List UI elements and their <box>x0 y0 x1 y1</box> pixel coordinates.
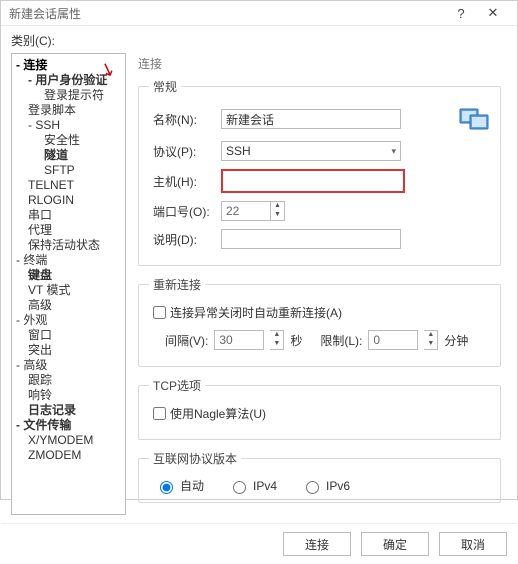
protocol-label: 协议(P): <box>149 143 221 160</box>
radio-auto-input[interactable] <box>160 481 173 494</box>
titlebar: 新建会话属性 ? ✕ <box>1 1 517 26</box>
tree-item[interactable]: TELNET <box>14 178 123 193</box>
window-title: 新建会话属性 <box>9 5 445 22</box>
computer-icon <box>458 105 490 133</box>
tree-item[interactable]: 保持活动状态 <box>14 238 123 253</box>
tree-item[interactable]: - 外观 <box>14 313 123 328</box>
body-split: ↘ - 连接- 用户身份验证登录提示符登录脚本- SSH安全性隧道SFTPTEL… <box>11 53 507 515</box>
auto-reconnect-checkbox[interactable] <box>153 306 166 319</box>
general-group: 常规 名称(N): 协议(P): SSH ▾ 主机(H): <box>138 78 501 266</box>
tree-item[interactable]: - 文件传输 <box>14 418 123 433</box>
tree-item[interactable]: 隧道 <box>14 148 123 163</box>
ipver-legend: 互联网协议版本 <box>149 450 241 467</box>
tree-item[interactable]: 高级 <box>14 298 123 313</box>
tree-item[interactable]: X/YMODEM <box>14 433 123 448</box>
radio-ipv4-input[interactable] <box>233 481 246 494</box>
ipver-group: 互联网协议版本 自动 IPv4 IPv6 <box>138 450 501 503</box>
tcp-legend: TCP选项 <box>149 377 205 394</box>
ok-button[interactable]: 确定 <box>361 532 429 556</box>
limit-spinner[interactable]: ▲▼ <box>424 330 438 350</box>
reconnect-group: 重新连接 连接异常关闭时自动重新连接(A) 间隔(V): ▲▼ 秒 限制(L):… <box>138 276 501 367</box>
protocol-value: SSH <box>226 144 251 158</box>
button-footer: 连接 确定 取消 <box>1 523 517 564</box>
radio-ipv6-input[interactable] <box>306 481 319 494</box>
tree-item[interactable]: 登录脚本 <box>14 103 123 118</box>
name-label: 名称(N): <box>149 111 221 128</box>
host-input[interactable] <box>224 172 402 190</box>
tree-item[interactable]: 登录提示符 <box>14 88 123 103</box>
close-button[interactable]: ✕ <box>477 1 509 25</box>
port-spinner[interactable]: ▲▼ <box>271 201 285 221</box>
nagle-checkbox[interactable] <box>153 407 166 420</box>
tree-item[interactable]: 串口 <box>14 208 123 223</box>
cancel-button[interactable]: 取消 <box>439 532 507 556</box>
port-input[interactable] <box>221 201 271 221</box>
tree-item[interactable]: - SSH <box>14 118 123 133</box>
main-panel: 连接 常规 名称(N): 协议(P): SSH ▾ <box>136 53 507 515</box>
interval-label: 间隔(V): <box>165 332 208 349</box>
tree-item[interactable]: 日志记录 <box>14 403 123 418</box>
limit-input[interactable] <box>368 330 418 350</box>
name-input[interactable] <box>221 109 401 129</box>
tree-item[interactable]: - 终端 <box>14 253 123 268</box>
host-highlight <box>221 169 405 193</box>
interval-input[interactable] <box>214 330 264 350</box>
tree-item[interactable]: 代理 <box>14 223 123 238</box>
help-button[interactable]: ? <box>445 2 477 25</box>
dialog-window: 新建会话属性 ? ✕ 类别(C): ↘ - 连接- 用户身份验证登录提示符登录脚… <box>0 0 518 500</box>
interval-spinner[interactable]: ▲▼ <box>270 330 284 350</box>
tree-item[interactable]: 响铃 <box>14 388 123 403</box>
connect-button[interactable]: 连接 <box>283 532 351 556</box>
category-tree[interactable]: ↘ - 连接- 用户身份验证登录提示符登录脚本- SSH安全性隧道SFTPTEL… <box>11 53 126 515</box>
tree-item[interactable]: 安全性 <box>14 133 123 148</box>
tree-item[interactable]: - 高级 <box>14 358 123 373</box>
desc-label: 说明(D): <box>149 231 221 248</box>
limit-label: 限制(L): <box>320 332 362 349</box>
tree-item[interactable]: 键盘 <box>14 268 123 283</box>
limit-unit: 分钟 <box>444 332 468 349</box>
content-area: 类别(C): ↘ - 连接- 用户身份验证登录提示符登录脚本- SSH安全性隧道… <box>1 26 517 523</box>
chevron-down-icon: ▾ <box>391 146 396 157</box>
radio-ipv4[interactable]: IPv4 <box>228 478 277 494</box>
protocol-select[interactable]: SSH ▾ <box>221 141 401 161</box>
radio-auto[interactable]: 自动 <box>155 477 204 494</box>
nagle-label: 使用Nagle算法(U) <box>170 405 266 422</box>
tcp-group: TCP选项 使用Nagle算法(U) <box>138 377 501 440</box>
general-legend: 常规 <box>149 78 181 95</box>
tree-item[interactable]: RLOGIN <box>14 193 123 208</box>
radio-ipv6[interactable]: IPv6 <box>301 478 350 494</box>
tree-item[interactable]: 突出 <box>14 343 123 358</box>
tree-item[interactable]: ZMODEM <box>14 448 123 463</box>
desc-input[interactable] <box>221 229 401 249</box>
reconnect-legend: 重新连接 <box>149 276 205 293</box>
category-label: 类别(C): <box>11 32 507 49</box>
tree-item[interactable]: VT 模式 <box>14 283 123 298</box>
auto-reconnect-label: 连接异常关闭时自动重新连接(A) <box>170 304 342 321</box>
port-label: 端口号(O): <box>149 203 221 220</box>
tree-item[interactable]: 窗口 <box>14 328 123 343</box>
tree-item[interactable]: SFTP <box>14 163 123 178</box>
panel-heading: 连接 <box>138 55 501 72</box>
interval-unit: 秒 <box>290 332 302 349</box>
host-label: 主机(H): <box>149 173 221 190</box>
tree-item[interactable]: 跟踪 <box>14 373 123 388</box>
